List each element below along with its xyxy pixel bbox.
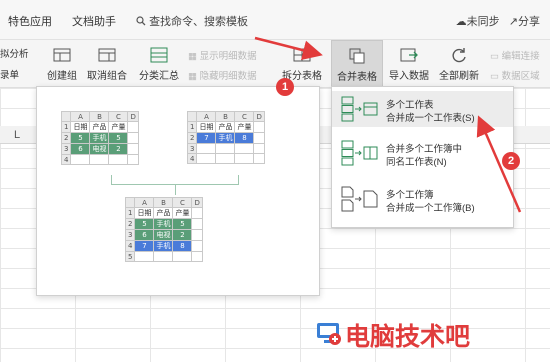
- subtotal-icon: [150, 47, 168, 63]
- merge-bracket: [111, 175, 239, 185]
- import-data-button[interactable]: 导入数据: [387, 40, 431, 88]
- merge-workbook-sheets-icon: [341, 140, 378, 166]
- split-table-icon: [293, 48, 311, 62]
- annotation-badge-2: 2: [502, 152, 520, 170]
- merge-table-menu: 多个工作表 合并成一个工作表(S) 合并多个工作簿中 同名工作表(N) 多个工作…: [331, 86, 514, 228]
- merge-preview-panel: A B C D 1 日期 产品 产量 2 5 手机 5 3 6 电视 2 4 A…: [36, 86, 320, 296]
- table-row: 2 5 手机 5: [60, 132, 139, 144]
- tab-special-apps[interactable]: 特色应用: [8, 13, 52, 29]
- merge-table-button[interactable]: 合并表格: [331, 40, 383, 88]
- share-button[interactable]: ↗分享: [509, 16, 540, 28]
- data-region-button[interactable]: ▭ 数据区域: [490, 68, 540, 82]
- search-icon: [136, 16, 146, 26]
- menu-item-merge-sheets[interactable]: 多个工作表 合并成一个工作表(S): [332, 91, 513, 127]
- table-row: 3 6 电视 2: [60, 143, 139, 155]
- share-icon: ↗: [508, 16, 518, 28]
- subtotal-button[interactable]: 分类汇总: [136, 40, 182, 88]
- show-detail-icon: ▦: [188, 51, 200, 62]
- preview-table-2: A B C D 1 日期 产品 产量 2 7 手机 8 3 4: [186, 111, 265, 164]
- table-row: 1 日期 产品 产量: [124, 207, 203, 219]
- ribbon-cut-left-bottom[interactable]: 录单: [0, 67, 19, 81]
- merge-connector: [175, 185, 176, 195]
- region-icon: ▭: [490, 71, 502, 82]
- menu-item-merge-workbooks[interactable]: 多个工作簿 合并成一个工作簿(B): [332, 181, 513, 217]
- table-row: 1 日期 产品 产量: [186, 121, 265, 133]
- link-icon: ▭: [490, 51, 502, 62]
- table-row: 1 日期 产品 产量: [60, 121, 139, 133]
- table-row: 5: [124, 251, 203, 262]
- table-row: 2 5 手机 5: [124, 218, 203, 230]
- refresh-all-button[interactable]: 全部刷新: [435, 40, 483, 88]
- ungroup-icon: [98, 48, 116, 62]
- preview-table-merged: A B C D 1 日期 产品 产量 2 5 手机 5 3 6 电视 2 4 7…: [124, 197, 203, 262]
- cloud-icon: ☁: [455, 16, 467, 28]
- preview-table-1: A B C D 1 日期 产品 产量 2 5 手机 5 3 6 电视 2 4: [60, 111, 139, 165]
- table-row: 3: [186, 143, 265, 154]
- merge-table-icon: [349, 48, 365, 64]
- hide-detail-button[interactable]: ▦ 隐藏明细数据: [188, 68, 257, 82]
- computer-logo-icon: [317, 323, 341, 345]
- sync-status[interactable]: ☁未同步: [456, 16, 500, 28]
- table-row: 3 6 电视 2: [124, 229, 203, 241]
- command-search[interactable]: 查找命令、搜索模板: [136, 13, 248, 29]
- table-row: 4: [60, 154, 139, 165]
- create-group-button[interactable]: 创建组: [44, 40, 80, 88]
- menu-item-merge-same-name-sheets[interactable]: 合并多个工作簿中 同名工作表(N): [332, 135, 513, 171]
- hide-detail-icon: ▦: [188, 71, 200, 82]
- table-row: 4 7 手机 8: [124, 240, 203, 252]
- top-menu-bar: 特色应用 文档助手 查找命令、搜索模板 ☁未同步 ↗分享: [0, 0, 550, 40]
- import-data-icon: [400, 48, 418, 62]
- create-group-icon: [53, 48, 71, 62]
- ribbon-cut-left-top[interactable]: 拟分析: [0, 46, 29, 60]
- topbar-right: ☁未同步 ↗分享: [456, 13, 540, 29]
- refresh-icon: [452, 48, 466, 63]
- column-header-L[interactable]: L: [14, 129, 20, 141]
- tab-doc-assistant[interactable]: 文档助手: [72, 13, 116, 29]
- annotation-badge-1: 1: [276, 78, 294, 96]
- edit-link-button[interactable]: ▭ 编辑连接: [490, 48, 540, 62]
- search-label: 查找命令、搜索模板: [149, 16, 249, 28]
- table-row: 4: [186, 153, 265, 164]
- merge-workbooks-icon: [341, 186, 378, 212]
- ungroup-button[interactable]: 取消组合: [84, 40, 130, 88]
- table-row: 2 7 手机 8: [186, 132, 265, 144]
- merge-sheets-icon: [341, 96, 378, 122]
- watermark-text: 电脑技术吧: [345, 322, 471, 351]
- data-ribbon: 拟分析 录单 创建组 取消组合 分类汇总 ▦ 显示明细数据 ▦ 隐藏明细数据 拆…: [0, 40, 550, 88]
- show-detail-button[interactable]: ▦ 显示明细数据: [188, 48, 257, 62]
